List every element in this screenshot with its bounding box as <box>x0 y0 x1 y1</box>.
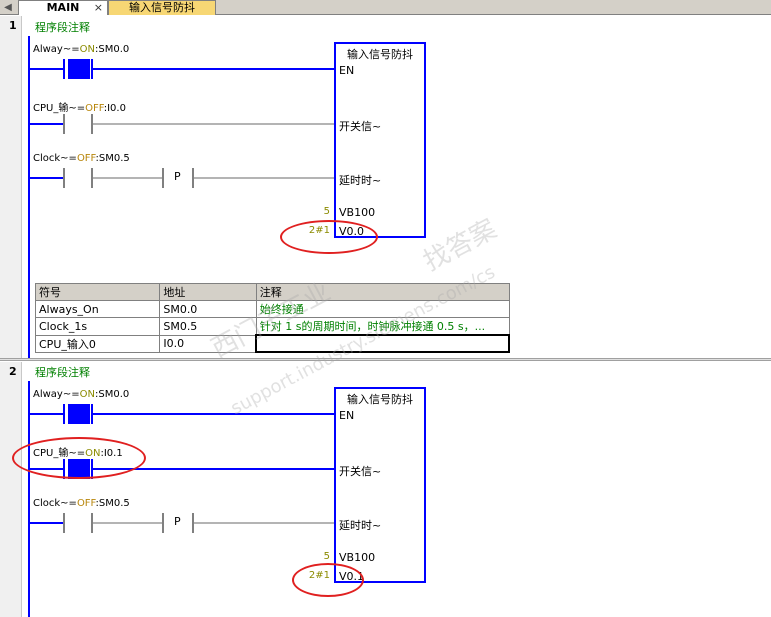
cell-address[interactable]: SM0.5 <box>159 317 257 336</box>
tab-input-debounce-label: 输入信号防抖 <box>129 1 195 14</box>
contact-left-bar <box>63 404 65 424</box>
contact-label-clock: Clock~=OFF:SM0.5 <box>33 153 130 164</box>
cell-symbol[interactable]: Always_On <box>34 300 161 318</box>
highlight-ellipse <box>12 437 146 479</box>
contact-cpu-input-left[interactable] <box>63 114 65 134</box>
p-contact-label: P <box>174 515 181 528</box>
power-rail <box>28 381 30 617</box>
col-header-symbol: 符号 <box>34 283 161 301</box>
editor-tab-bar: ◀ MAIN × 输入信号防抖 <box>0 0 771 15</box>
pin-vb100: VB100 <box>339 551 376 564</box>
network-number: 1 <box>9 19 17 32</box>
network-comment[interactable]: 程序段注释 <box>35 364 90 380</box>
contact-clock-left[interactable] <box>63 168 65 188</box>
wire-energized <box>93 68 336 70</box>
block-title: 输入信号防抖 <box>347 393 413 406</box>
contact-label-always: Alway~=ON:SM0.0 <box>33 389 130 400</box>
cell-address[interactable]: I0.0 <box>159 334 257 353</box>
wire-energized <box>30 413 64 415</box>
wire-energized <box>30 177 64 179</box>
network-number: 2 <box>9 365 17 378</box>
symbol-table-header: 符号 地址 注释 <box>34 283 510 301</box>
wire-deenergized <box>93 123 336 125</box>
col-header-address: 地址 <box>159 283 257 301</box>
table-row[interactable]: Always_On SM0.0 始终接通 <box>34 300 510 318</box>
contact-label-cpu-input: CPU_输~=OFF:I0.0 <box>33 103 126 114</box>
power-rail <box>28 36 30 358</box>
wire-deenergized <box>93 522 163 524</box>
wire-energized <box>30 522 64 524</box>
symbol-table: 符号 地址 注释 Always_On SM0.0 始终接通 Clock_1s S… <box>34 283 510 353</box>
table-row[interactable]: Clock_1s SM0.5 针对 1 s的周期时间，时钟脉冲接通 0.5 s，… <box>34 317 510 336</box>
table-row[interactable]: CPU_输入0 I0.0 <box>34 334 510 353</box>
pin-switch-signal: 开关信~ <box>339 120 382 133</box>
highlight-ellipse <box>292 563 364 597</box>
pin-delay-time: 延时时~ <box>339 174 382 187</box>
pin-vb100-value: 5 <box>323 206 330 217</box>
block-title: 输入信号防抖 <box>347 48 413 61</box>
network-1-gutter <box>0 16 22 360</box>
contact-label-clock: Clock~=OFF:SM0.5 <box>33 498 130 509</box>
cell-address[interactable]: SM0.0 <box>159 300 257 318</box>
tab-main-label: MAIN <box>46 1 80 14</box>
pin-en: EN <box>339 409 355 422</box>
highlight-ellipse <box>280 220 378 254</box>
tab-input-debounce[interactable]: 输入信号防抖 <box>108 0 216 15</box>
wire-deenergized <box>93 177 163 179</box>
wire-energized <box>30 123 64 125</box>
wire-energized <box>30 68 64 70</box>
watermark-text: 找答案 <box>418 214 502 278</box>
tab-close-icon[interactable]: × <box>94 1 103 15</box>
contact-always-on[interactable] <box>68 404 90 424</box>
pin-delay-time: 延时时~ <box>339 519 382 532</box>
pin-vb100: VB100 <box>339 206 376 219</box>
tab-main[interactable]: MAIN × <box>18 0 108 15</box>
p-contact-left[interactable] <box>162 168 164 188</box>
wire-deenergized <box>194 522 336 524</box>
contact-clock-left[interactable] <box>63 513 65 533</box>
pin-switch-signal: 开关信~ <box>339 465 382 478</box>
pin-en: EN <box>339 64 355 77</box>
contact-always-on[interactable] <box>68 59 90 79</box>
function-block-debounce[interactable]: 输入信号防抖 EN 开关信~ 延时时~ VB100 V0.0 <box>334 42 426 238</box>
cell-comment[interactable]: 针对 1 s的周期时间，时钟脉冲接通 0.5 s，... <box>255 317 510 336</box>
p-contact-left[interactable] <box>162 513 164 533</box>
network-2-gutter <box>0 362 22 617</box>
contact-left-bar <box>63 59 65 79</box>
p-contact-label: P <box>174 170 181 183</box>
cell-comment-selected[interactable] <box>255 334 510 353</box>
contact-label-always: Alway~=ON:SM0.0 <box>33 44 130 55</box>
cell-comment[interactable]: 始终接通 <box>255 300 510 318</box>
network-comment[interactable]: 程序段注释 <box>35 19 90 35</box>
col-header-comment: 注释 <box>255 283 510 301</box>
tab-scroll-left-icon[interactable]: ◀ <box>2 0 14 15</box>
cell-symbol[interactable]: Clock_1s <box>34 317 161 336</box>
cell-symbol[interactable]: CPU_输入0 <box>34 334 161 353</box>
wire-energized <box>93 413 336 415</box>
function-block-debounce[interactable]: 输入信号防抖 EN 开关信~ 延时时~ VB100 V0.1 <box>334 387 426 583</box>
network-separator <box>0 358 771 361</box>
wire-deenergized <box>194 177 336 179</box>
pin-vb100-value: 5 <box>323 551 330 562</box>
